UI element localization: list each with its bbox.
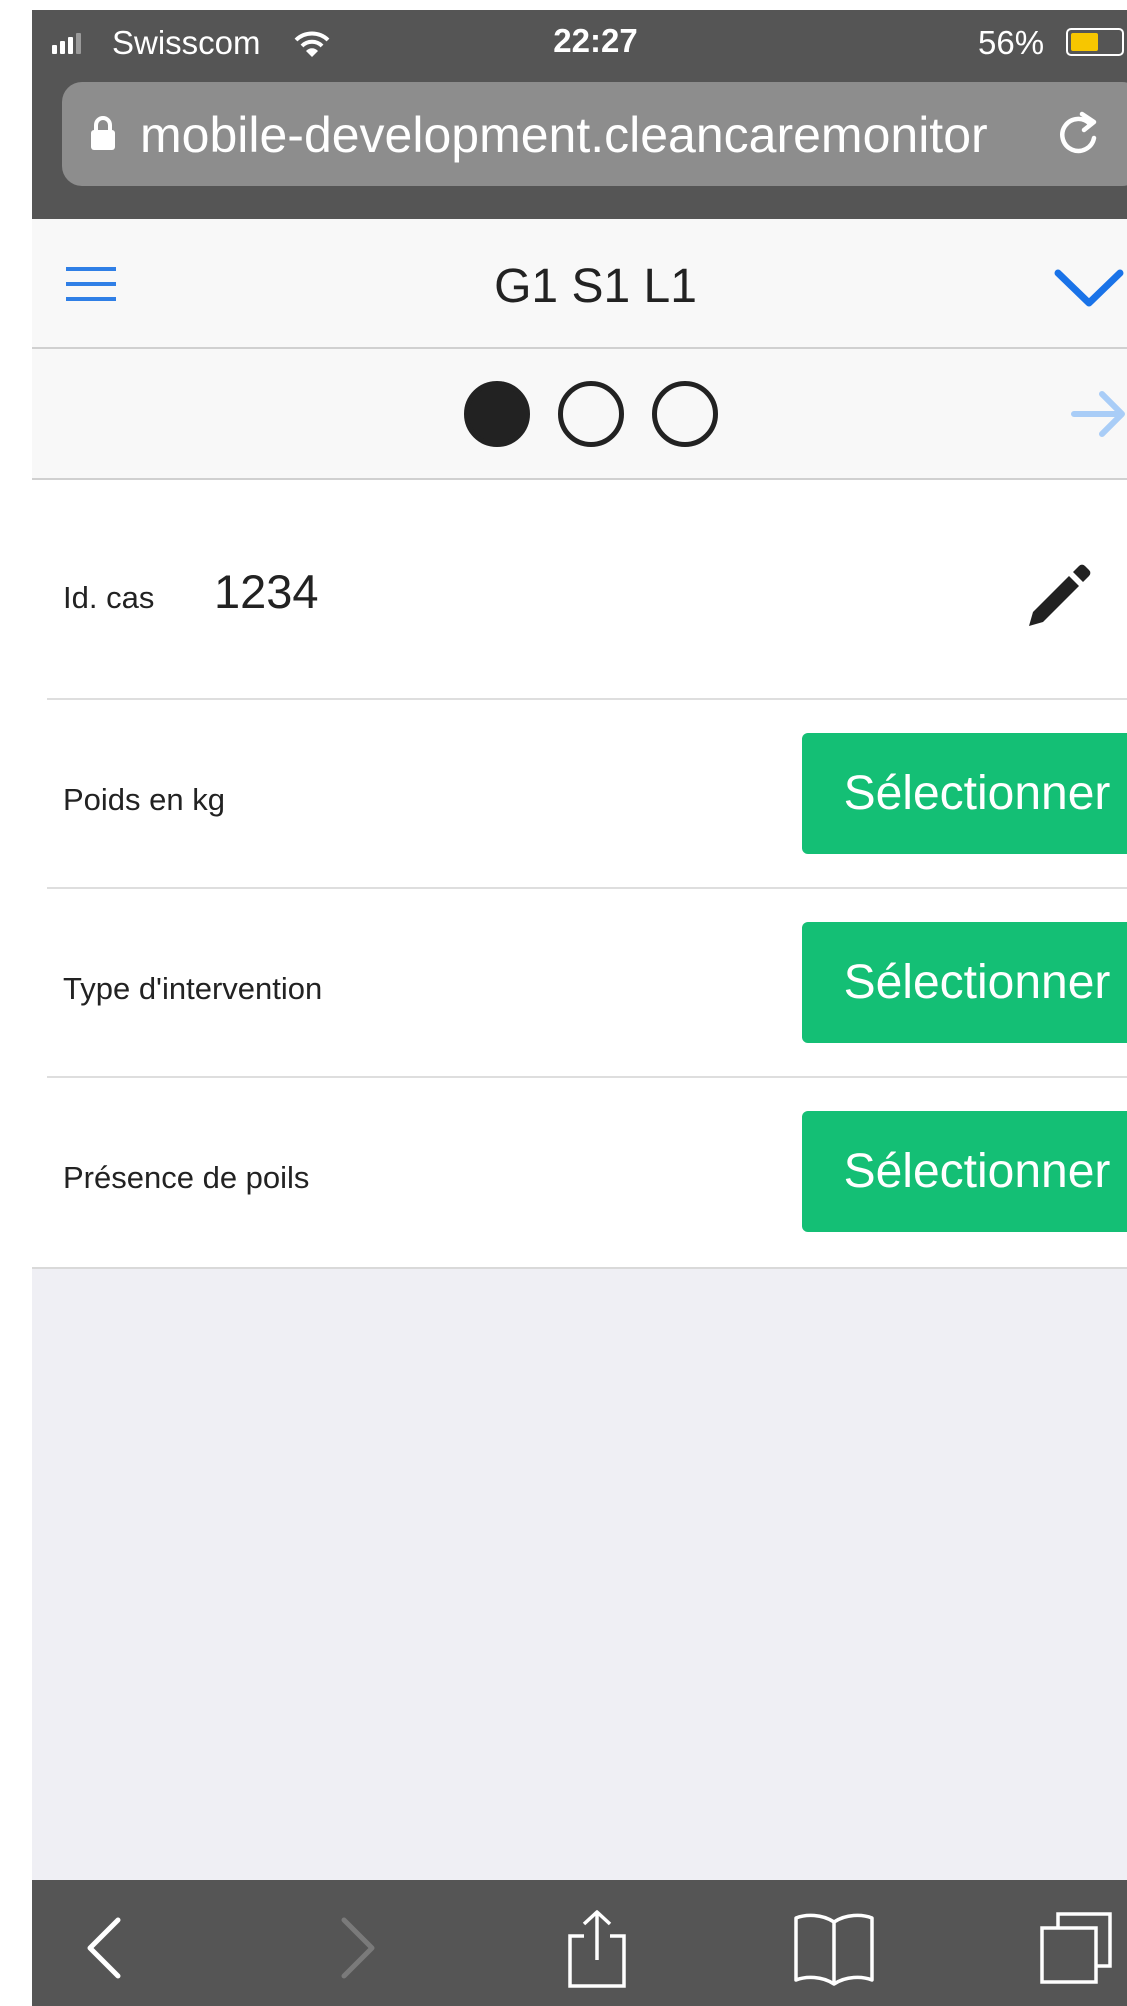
- nav-bar: G1 S1 L1: [32, 219, 1127, 349]
- intervention-type-label: Type d'intervention: [63, 971, 323, 1006]
- browser-chrome: Swisscom 22:27 56% mobile-development.cl…: [32, 10, 1127, 219]
- battery-icon: [1066, 28, 1124, 56]
- step-indicator: [32, 349, 1127, 480]
- page-title: G1 S1 L1: [494, 260, 697, 313]
- case-id-label: Id. cas: [63, 580, 155, 615]
- intervention-type-select-button[interactable]: Sélectionner: [802, 922, 1127, 1043]
- pencil-icon[interactable]: [1023, 560, 1093, 635]
- chevron-down-icon[interactable]: [1054, 269, 1124, 314]
- step-dot-3: [652, 381, 718, 447]
- status-bar: Swisscom 22:27 56%: [32, 10, 1127, 74]
- arrow-right-icon[interactable]: [1070, 389, 1127, 444]
- lock-icon: [89, 115, 117, 156]
- weight-select-button[interactable]: Sélectionner: [802, 733, 1127, 854]
- share-icon[interactable]: [562, 1908, 632, 1995]
- status-time: 22:27: [553, 22, 638, 59]
- hair-presence-label: Présence de poils: [63, 1160, 310, 1195]
- weight-row: Poids en kg Sélectionner: [47, 700, 1127, 889]
- step-dot-1: [464, 381, 530, 447]
- step-dot-2: [558, 381, 624, 447]
- phone-screen: Swisscom 22:27 56% mobile-development.cl…: [32, 10, 1127, 2006]
- battery-percentage: 56%: [978, 24, 1045, 61]
- back-icon[interactable]: [80, 1908, 130, 1993]
- reload-icon[interactable]: [1052, 108, 1104, 165]
- forward-icon[interactable]: [332, 1908, 382, 1993]
- case-id-value: 1234: [214, 565, 319, 618]
- url-text: mobile-development.cleancaremonitor: [140, 107, 988, 163]
- browser-toolbar: [32, 1880, 1127, 2006]
- case-form: Id. cas 1234 Poids en kg Sélectionner Ty…: [32, 480, 1127, 1269]
- intervention-type-row: Type d'intervention Sélectionner: [47, 889, 1127, 1078]
- weight-label: Poids en kg: [63, 782, 225, 817]
- hair-presence-select-button[interactable]: Sélectionner: [802, 1111, 1127, 1232]
- address-bar[interactable]: mobile-development.cleancaremonitor: [62, 82, 1127, 186]
- bookmarks-icon[interactable]: [792, 1908, 876, 1993]
- case-id-row: Id. cas 1234: [47, 480, 1127, 700]
- tabs-icon[interactable]: [1036, 1908, 1116, 1993]
- hair-presence-row: Présence de poils Sélectionner: [47, 1078, 1127, 1267]
